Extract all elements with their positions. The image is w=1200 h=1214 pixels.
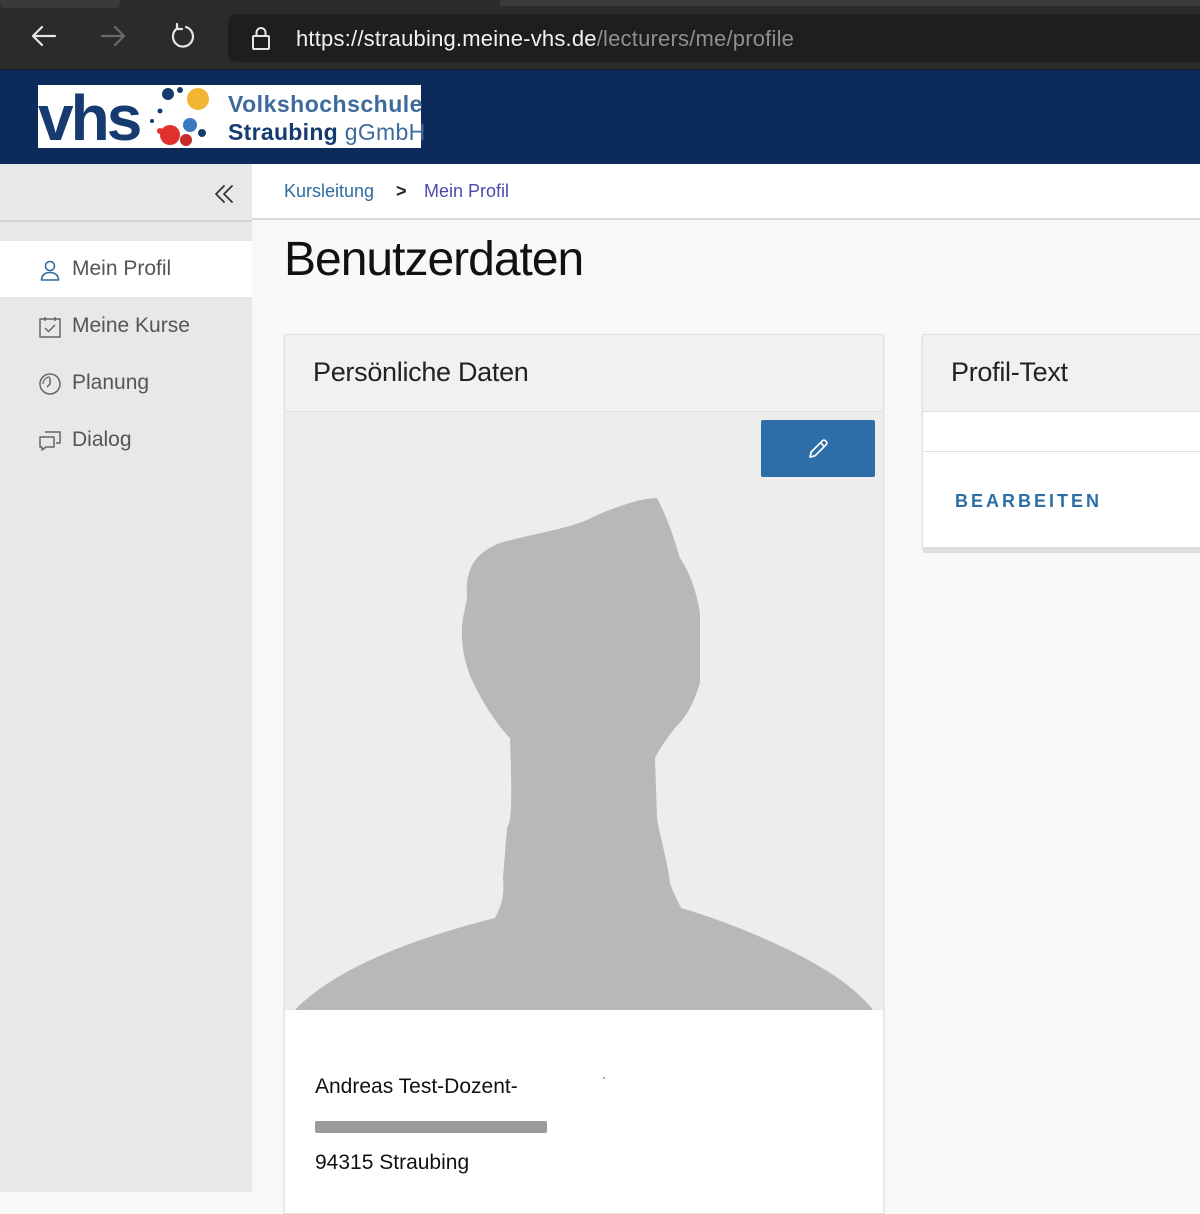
avatar-placeholder-icon	[295, 498, 873, 1010]
url-path: /lecturers/me/profile	[596, 26, 795, 51]
edit-photo-button[interactable]	[761, 420, 875, 477]
calendar-check-icon	[39, 317, 61, 338]
logo-line-2-main: Straubing	[228, 119, 339, 145]
arrow-left-icon	[31, 25, 57, 47]
chat-icon	[39, 431, 61, 451]
breadcrumb: Kursleitung > Mein Profil	[252, 164, 1200, 220]
url-text: https://straubing.meine-vhs.de/lecturers…	[296, 26, 794, 52]
arrow-right-icon	[100, 25, 126, 47]
sidebar-item-label: Mein Profil	[72, 257, 172, 280]
redacted-street	[315, 1121, 547, 1133]
card-title: Persönliche Daten	[313, 357, 529, 387]
forward-button[interactable]	[95, 18, 131, 54]
profile-photo	[285, 412, 883, 1010]
card-divider	[923, 451, 1200, 452]
browser-toolbar: https://straubing.meine-vhs.de/lecturers…	[0, 0, 1200, 70]
vhs-logo[interactable]: vhs Volkshochschule Straubing gGmbH	[38, 82, 425, 154]
sidebar-item-meine-kurse[interactable]: Meine Kurse	[0, 298, 252, 354]
profile-text-content	[923, 412, 1200, 452]
pencil-icon	[809, 438, 828, 458]
profile-text-card: Profil-Text BEARBEITEN	[922, 334, 1200, 553]
lock-icon	[252, 27, 270, 50]
browser-tab[interactable]	[0, 0, 120, 8]
reload-icon	[171, 22, 195, 48]
address-bar[interactable]: https://straubing.meine-vhs.de/lecturers…	[228, 14, 1200, 62]
sidebar-divider	[0, 220, 252, 222]
card-header: Profil-Text	[923, 335, 1200, 412]
back-button[interactable]	[26, 18, 62, 54]
personal-data-card: Persönliche Daten Andreas Test-Dozent- 9…	[284, 334, 884, 1214]
reload-button[interactable]	[164, 18, 200, 54]
url-host: https://straubing.meine-vhs.de	[296, 26, 597, 51]
logo-dots-icon	[150, 87, 209, 146]
breadcrumb-separator: >	[396, 181, 407, 201]
sidebar-item-dialog[interactable]: Dialog	[0, 412, 252, 468]
sidebar-item-label: Dialog	[72, 428, 132, 451]
clock-icon	[39, 373, 61, 395]
sidebar-item-planung[interactable]: Planung	[0, 355, 252, 411]
sidebar-item-label: Planung	[72, 371, 150, 394]
lecturer-city: 94315 Straubing	[315, 1151, 470, 1174]
sidebar: Mein Profil Meine Kurse Planung Dialog	[0, 164, 252, 1192]
sidebar-item-label: Meine Kurse	[72, 314, 190, 337]
sidebar-item-mein-profil[interactable]: Mein Profil	[0, 241, 252, 297]
logo-line-2: Straubing gGmbH	[228, 119, 425, 146]
edit-profile-text-button[interactable]: BEARBEITEN	[955, 491, 1102, 512]
breadcrumb-mein-profil[interactable]: Mein Profil	[424, 181, 509, 202]
browser-tabstrip	[500, 0, 1200, 6]
lecturer-name: Andreas Test-Dozent-	[315, 1075, 518, 1098]
logo-mark: vhs	[38, 82, 142, 154]
logo-line-2-suffix: gGmbH	[344, 119, 426, 145]
page-title: Benutzerdaten	[284, 233, 584, 286]
collapse-sidebar-icon[interactable]	[210, 180, 238, 208]
card-header: Persönliche Daten	[285, 335, 883, 412]
breadcrumb-kursleitung[interactable]: Kursleitung	[284, 181, 374, 202]
card-shadow	[923, 547, 1200, 553]
user-icon	[40, 260, 60, 281]
artifact-dot	[603, 1077, 605, 1079]
site-header: vhs Volkshochschule Straubing gGmbH	[0, 70, 1200, 164]
card-title: Profil-Text	[951, 357, 1068, 387]
logo-line-1: Volkshochschule	[228, 91, 423, 117]
